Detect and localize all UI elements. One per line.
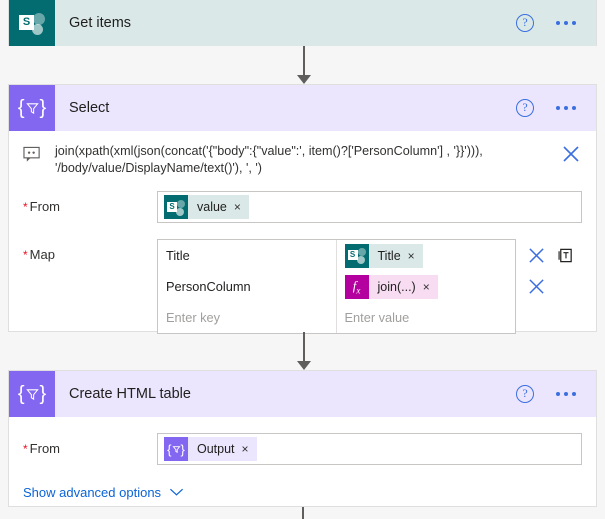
switch-to-text-mode-icon[interactable] [557, 247, 574, 264]
map-row-fields-2[interactable]: PersonColumn fx join(...) × [157, 271, 516, 302]
step-title-get-items: Get items [69, 15, 132, 31]
sharepoint-icon-letter: S [167, 201, 177, 212]
map-key-input[interactable]: Enter key [158, 302, 337, 333]
flow-step-get-items[interactable]: S Get items ? [8, 0, 597, 46]
connector-arrow-2 [297, 332, 311, 370]
map-row-actions-1 [516, 239, 582, 271]
map-row-actions-3 [516, 302, 582, 334]
map-row: PersonColumn fx join(...) × [157, 271, 582, 302]
token-remove-icon[interactable]: × [408, 249, 423, 263]
more-options-icon[interactable] [554, 102, 578, 114]
sharepoint-icon-letter: S [19, 15, 34, 30]
connector-arrow-1 [297, 46, 311, 84]
step-title-select: Select [69, 100, 110, 116]
flow-step-create-html-table[interactable]: { } Create HTML table ? * From {} Outpu… [8, 370, 597, 507]
token-remove-icon[interactable]: × [234, 200, 249, 214]
expression-text: join(xpath(xml(json(concat('{"body":{"va… [55, 144, 483, 175]
delete-row-icon[interactable] [528, 247, 545, 264]
field-row-from: * From { } Output × [9, 417, 596, 475]
map-value-input[interactable]: Enter value [337, 302, 516, 333]
required-asterisk: * [23, 442, 28, 456]
token-title[interactable]: S Title × [344, 243, 423, 268]
filter-funnel-icon [25, 102, 39, 114]
data-operation-icon: { } [9, 85, 55, 131]
token-output[interactable]: { } Output × [164, 437, 257, 461]
token-remove-icon[interactable]: × [242, 442, 257, 456]
map-key-cell[interactable]: Title [158, 240, 337, 271]
required-asterisk: * [23, 248, 28, 262]
data-operation-icon: { } [9, 371, 55, 417]
chevron-down-icon [169, 485, 184, 500]
step-header-actions: ? [516, 99, 596, 117]
delete-row-icon[interactable] [528, 278, 545, 295]
map-row: Title S Title × [157, 239, 582, 271]
flow-step-select[interactable]: { } Select ? join(xpath(xml(json(concat(… [8, 84, 597, 334]
help-icon[interactable]: ? [516, 99, 534, 117]
token-label: join(...) [377, 279, 416, 294]
step-header-actions: ? [516, 14, 596, 32]
help-icon[interactable]: ? [516, 14, 534, 32]
more-options-icon[interactable] [554, 388, 578, 400]
map-row-fields-1[interactable]: Title S Title × [157, 239, 516, 271]
sharepoint-icon: S [9, 0, 55, 46]
step-body-select: join(xpath(xml(json(concat('{"body":{"va… [9, 131, 596, 350]
map-row-fields-3[interactable]: Enter key Enter value [157, 302, 516, 334]
step-title-create-html-table: Create HTML table [69, 386, 191, 402]
connector-stub-bottom [302, 507, 304, 519]
token-label: value [197, 200, 227, 214]
data-operation-icon: { } [164, 437, 188, 461]
show-advanced-options-label: Show advanced options [23, 485, 162, 500]
expression-tooltip-icon [23, 146, 45, 169]
field-row-from: * From S value × [9, 185, 596, 233]
field-label-map: * Map [23, 247, 55, 262]
map-value-cell[interactable]: S Title × [337, 240, 516, 271]
map-row-actions-2 [516, 271, 582, 302]
step-header-select[interactable]: { } Select ? [9, 85, 596, 131]
help-icon[interactable]: ? [516, 385, 534, 403]
filter-funnel-icon [25, 388, 39, 400]
token-join-expression[interactable]: fx join(...) × [344, 274, 438, 299]
more-options-icon[interactable] [554, 17, 578, 29]
token-value[interactable]: S value × [164, 195, 249, 219]
required-asterisk: * [23, 200, 28, 214]
filter-funnel-icon [171, 445, 181, 453]
step-header-get-items[interactable]: S Get items ? [9, 0, 596, 46]
step-header-actions: ? [516, 385, 596, 403]
from-input-create-html-table[interactable]: { } Output × [157, 433, 582, 465]
token-label: Output [197, 442, 235, 456]
step-header-create-html-table[interactable]: { } Create HTML table ? [9, 371, 596, 417]
from-input-select[interactable]: S value × [157, 191, 582, 223]
sharepoint-icon-letter: S [347, 250, 358, 260]
token-remove-icon[interactable]: × [423, 280, 438, 294]
sharepoint-icon: S [344, 243, 369, 268]
map-key-cell[interactable]: PersonColumn [158, 271, 337, 302]
close-icon[interactable] [562, 145, 582, 168]
field-label-from: * From [23, 199, 61, 214]
field-label-from: * From [23, 441, 61, 456]
map-value-cell[interactable]: fx join(...) × [337, 271, 516, 302]
step-body-create-html-table: * From { } Output × Show advanced option… [9, 417, 596, 516]
token-label: Title [377, 248, 401, 263]
expression-banner: join(xpath(xml(json(concat('{"body":{"va… [9, 131, 596, 185]
flow-designer-canvas: S Get items ? { } Select ? join(xpath(xm… [0, 0, 605, 519]
map-row: Enter key Enter value [157, 302, 582, 334]
expression-fx-icon: fx [344, 274, 369, 299]
sharepoint-icon: S [164, 195, 188, 219]
